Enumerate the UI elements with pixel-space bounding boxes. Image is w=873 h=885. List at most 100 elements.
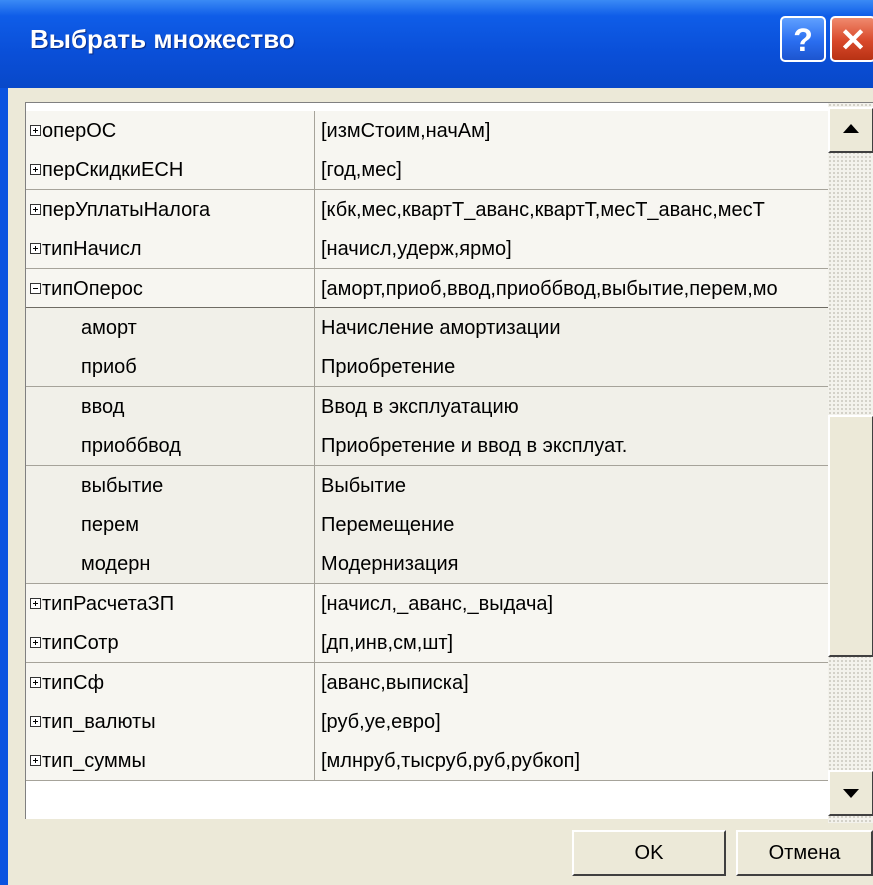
row-value-label: [аванс,выписка] (321, 672, 469, 694)
row-key-cell: приоббвод (26, 426, 315, 466)
row-key-cell: модерн (26, 544, 315, 584)
tree-row-set[interactable]: типРасчетаЗП [начисл,_аванс,_выдача] (26, 584, 828, 624)
row-value-label: [млнруб,тысруб,руб,рубкоп] (321, 750, 581, 772)
expand-plus-icon[interactable] (30, 203, 41, 215)
set-tree-grid: оперОС [измСтоим,начАм] перСкидкиЕСН [год,м… (25, 102, 873, 823)
row-value-label: [руб,уе,евро] (321, 711, 441, 733)
row-value-label: Приобретение и ввод в эксплуат. (321, 435, 628, 457)
expand-plus-icon[interactable] (30, 242, 41, 254)
title-bar[interactable]: Выбрать множество ? ✕ (0, 0, 873, 88)
row-key-label: типСотр (42, 632, 119, 654)
row-value-label: [год,мес] (321, 159, 402, 181)
row-value-label: [кбк,мес,квартТ_аванс,квартТ,месТ_аванс,… (321, 199, 765, 221)
expand-plus-icon[interactable] (30, 636, 41, 648)
tree-row-element[interactable]: приоббвод Приобретение и ввод в эксплуат. (26, 426, 828, 466)
tree-row-set[interactable]: тип_суммы [млнруб,тысруб,руб,рубкоп] (26, 741, 828, 781)
dialog-title: Выбрать множество (30, 24, 295, 54)
dialog-window: Выбрать множество ? ✕ оперОС [измСтоим,на… (0, 0, 873, 885)
row-value-label: Выбытие (321, 475, 406, 497)
expand-plus-icon[interactable] (30, 163, 41, 175)
row-key-cell: типОперос (26, 269, 315, 309)
row-key-cell: типНачисл (26, 229, 315, 269)
row-key-cell: тип_валюты (26, 702, 315, 742)
row-key-label: приоб (81, 356, 137, 378)
row-value-label: Начисление амортизации (321, 317, 561, 339)
vertical-scrollbar[interactable] (828, 103, 873, 823)
row-key-label: приоббвод (81, 435, 181, 457)
dialog-client-area: оперОС [измСтоим,начАм] перСкидкиЕСН [год,м… (8, 88, 873, 885)
tree-row-set[interactable]: перУплатыНалога [кбк,мес,квартТ_аванс,ква… (26, 190, 828, 230)
row-key-cell: перСкидкиЕСН (26, 150, 315, 190)
expand-plus-icon[interactable] (30, 597, 41, 609)
expand-plus-icon[interactable] (30, 124, 41, 136)
row-value-cell: [начисл,удерж,ярмо] (315, 229, 828, 269)
row-value-label: [дп,инв,см,шт] (321, 632, 454, 654)
tree-row-element[interactable]: приоб Приобретение (26, 347, 828, 387)
row-value-cell: Модернизация (315, 544, 828, 584)
row-key-label: перем (81, 514, 139, 536)
scroll-thumb[interactable] (828, 415, 873, 657)
tree-row-set[interactable]: типОперос [аморт,приоб,ввод,приоббвод,выб… (26, 269, 828, 309)
help-button[interactable]: ? (780, 16, 826, 62)
row-key-label: перСкидкиЕСН (42, 159, 184, 181)
row-value-cell: [год,мес] (315, 150, 828, 190)
tree-row-set[interactable]: типНачисл [начисл,удерж,ярмо] (26, 229, 828, 269)
row-key-cell: ввод (26, 387, 315, 427)
cancel-button[interactable]: Отмена (736, 830, 873, 876)
tree-row-element[interactable]: ввод Ввод в эксплуатацию (26, 387, 828, 427)
row-key-label: аморт (81, 317, 137, 339)
row-key-label: тип_суммы (42, 750, 146, 772)
row-key-label: типРасчетаЗП (42, 593, 175, 615)
scroll-up-arrow-icon (843, 124, 859, 133)
row-key-label: типНачисл (42, 238, 142, 260)
row-value-cell: Начисление амортизации (315, 308, 828, 348)
row-value-cell: [аванс,выписка] (315, 663, 828, 703)
row-value-cell: [кбк,мес,квартТ_аванс,квартТ,месТ_аванс,… (315, 190, 828, 230)
row-key-cell: перУплатыНалога (26, 190, 315, 230)
tree-row-set[interactable]: типСф [аванс,выписка] (26, 663, 828, 703)
tree-row-set[interactable]: типСотр [дп,инв,см,шт] (26, 623, 828, 663)
row-key-cell: типСф (26, 663, 315, 703)
row-value-cell: Ввод в эксплуатацию (315, 387, 828, 427)
collapse-minus-icon[interactable] (30, 282, 41, 294)
row-key-label: типСф (42, 672, 105, 694)
tree-row-set[interactable]: оперОС [измСтоим,начАм] (26, 111, 828, 151)
row-value-label: [аморт,приоб,ввод,приоббвод,выбытие,пере… (321, 278, 778, 300)
tree-row-element[interactable]: аморт Начисление амортизации (26, 308, 828, 348)
row-value-label: Ввод в эксплуатацию (321, 396, 519, 418)
row-key-cell: типРасчетаЗП (26, 584, 315, 624)
tree-row-element[interactable]: выбытие Выбытие (26, 466, 828, 506)
help-icon: ? (793, 22, 813, 58)
close-icon: ✕ (839, 22, 867, 58)
tree-row-set[interactable]: перСкидкиЕСН [год,мес] (26, 150, 828, 190)
expand-plus-icon[interactable] (30, 676, 41, 688)
row-value-cell: [начисл,_аванс,_выдача] (315, 584, 828, 624)
row-key-cell: выбытие (26, 466, 315, 506)
tree-row-element[interactable]: перем Перемещение (26, 505, 828, 545)
row-key-cell: приоб (26, 347, 315, 387)
row-key-label: модерн (81, 553, 151, 575)
row-key-label: ввод (81, 396, 125, 418)
row-value-label: Перемещение (321, 514, 455, 536)
row-key-label: оперОС (42, 120, 117, 142)
row-value-cell: [измСтоим,начАм] (315, 111, 828, 151)
row-value-cell: [руб,уе,евро] (315, 702, 828, 742)
scroll-up-button[interactable] (828, 107, 873, 153)
row-value-cell: [аморт,приоб,ввод,приоббвод,выбытие,пере… (315, 269, 828, 309)
expand-plus-icon[interactable] (30, 754, 41, 766)
row-value-cell: Приобретение (315, 347, 828, 387)
close-button[interactable]: ✕ (830, 16, 873, 62)
row-value-label: Приобретение (321, 356, 456, 378)
tree-row-set[interactable]: тип_валюты [руб,уе,евро] (26, 702, 828, 742)
row-value-cell: [млнруб,тысруб,руб,рубкоп] (315, 741, 828, 781)
row-value-label: [начисл,удерж,ярмо] (321, 238, 512, 260)
row-key-cell: аморт (26, 308, 315, 348)
row-value-cell: Приобретение и ввод в эксплуат. (315, 426, 828, 466)
row-value-label: [начисл,_аванс,_выдача] (321, 593, 554, 615)
tree-row-element[interactable]: модерн Модернизация (26, 544, 828, 584)
row-key-label: выбытие (81, 475, 164, 497)
ok-button[interactable]: OK (572, 830, 726, 876)
expand-plus-icon[interactable] (30, 715, 41, 727)
scroll-down-button[interactable] (828, 770, 873, 816)
row-key-label: типОперос (42, 278, 143, 300)
